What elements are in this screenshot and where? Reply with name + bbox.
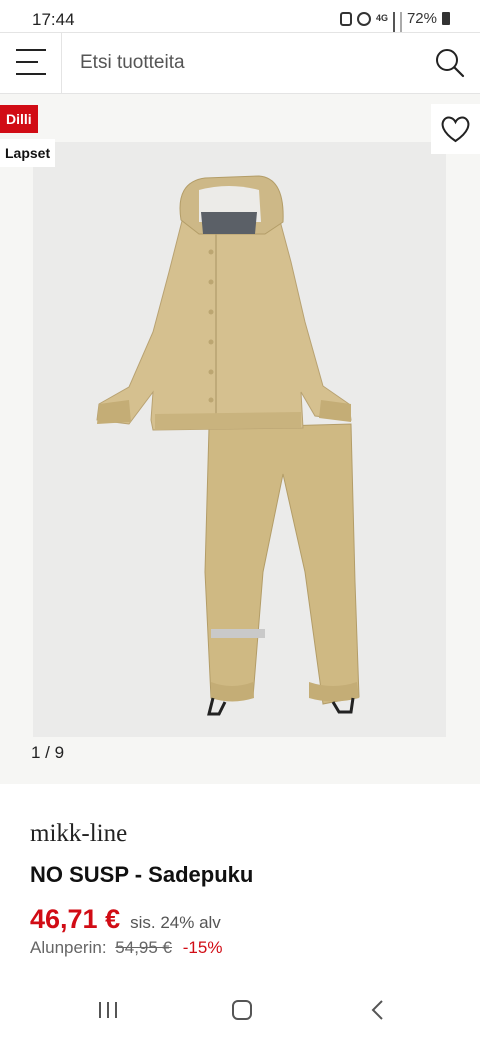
status-time: 17:44 bbox=[32, 10, 75, 29]
home-icon bbox=[232, 1000, 252, 1020]
recent-apps-icon bbox=[99, 1002, 117, 1018]
original-price: 54,95 € bbox=[115, 938, 173, 957]
favorite-button[interactable] bbox=[431, 104, 480, 154]
battery-level: 72% bbox=[406, 10, 437, 27]
vat-note: sis. 24% alv bbox=[130, 913, 221, 932]
product-name: NO SUSP - Sadepuku bbox=[30, 862, 254, 887]
back-button[interactable] bbox=[346, 990, 406, 1030]
search-input[interactable] bbox=[80, 49, 400, 77]
search-icon bbox=[436, 49, 465, 78]
back-icon bbox=[371, 1000, 383, 1020]
system-navbar bbox=[0, 980, 480, 1040]
current-price: 46,71 € bbox=[30, 904, 121, 934]
signal-weak-icon bbox=[399, 11, 402, 46]
product-image[interactable] bbox=[33, 142, 446, 737]
menu-button[interactable] bbox=[0, 33, 62, 93]
heart-icon bbox=[441, 116, 470, 143]
discount-percent: -15% bbox=[182, 938, 223, 957]
price-row: 46,71 € sis. 24% alv bbox=[30, 904, 221, 935]
brand-name[interactable]: mikk-line bbox=[30, 820, 127, 848]
image-counter: 1 / 9 bbox=[31, 743, 65, 762]
alarm-icon bbox=[356, 11, 371, 26]
network-icon: 4G bbox=[375, 13, 388, 23]
signal-icon bbox=[392, 11, 395, 46]
deal-badge: Dilli bbox=[0, 105, 38, 133]
original-label: Alunperin: bbox=[30, 938, 107, 957]
recent-apps-button[interactable] bbox=[78, 990, 138, 1030]
rain-suit-illustration bbox=[96, 175, 360, 716]
search-bar bbox=[0, 32, 480, 94]
status-icons: 4G 72% bbox=[339, 10, 450, 46]
search-button[interactable] bbox=[430, 43, 470, 83]
original-price-row: Alunperin: 54,95 € -15% bbox=[30, 938, 222, 958]
product-gallery: Dilli Lapset 1 / 9 bbox=[0, 94, 480, 784]
category-badge: Lapset bbox=[0, 139, 56, 167]
home-button[interactable] bbox=[212, 990, 272, 1030]
battery-icon bbox=[442, 12, 450, 25]
notification-icon bbox=[339, 11, 352, 26]
menu-icon bbox=[16, 49, 46, 51]
